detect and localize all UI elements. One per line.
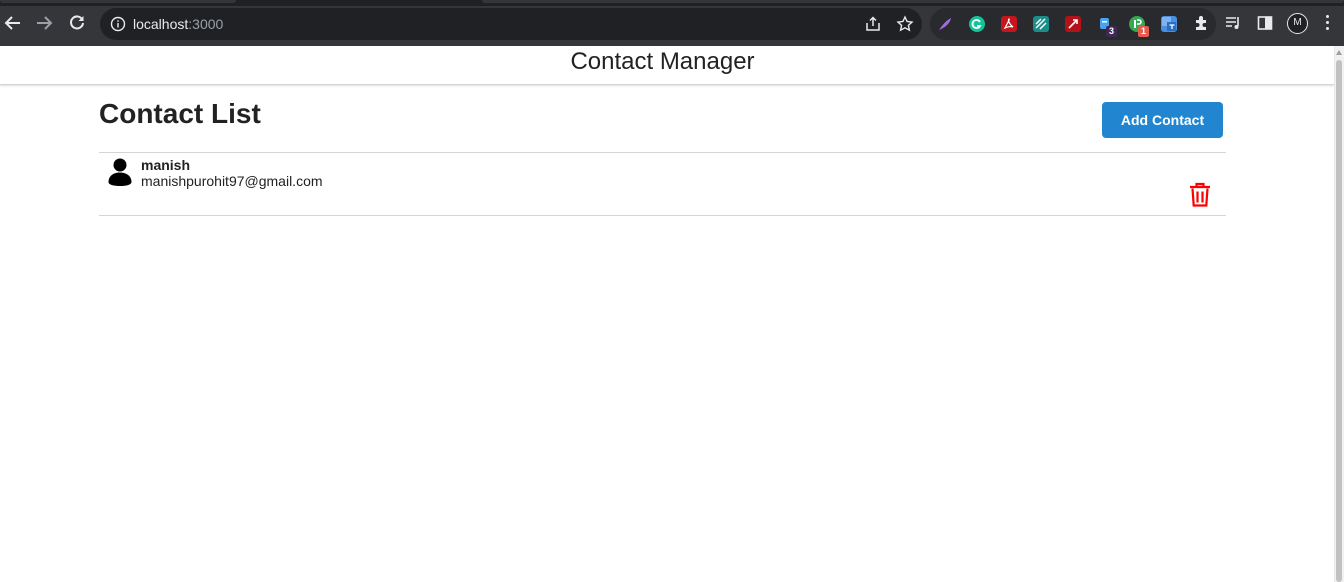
extension-badge: 1 xyxy=(1138,26,1149,37)
contact-list: manish manishpurohit97@gmail.com xyxy=(99,152,1226,216)
teal-extension-icon[interactable] xyxy=(1033,16,1049,32)
contact-name: manish xyxy=(141,157,191,173)
reload-icon xyxy=(70,15,84,30)
arrow-right-icon xyxy=(37,16,53,30)
reading-list-icon[interactable] xyxy=(1224,14,1242,32)
url-port: :3000 xyxy=(188,16,224,32)
url-host: localhost xyxy=(133,16,189,32)
bookmark-star-icon[interactable] xyxy=(896,15,914,33)
contact-list-heading: Contact List xyxy=(99,98,261,129)
profile-avatar[interactable]: M xyxy=(1287,13,1308,34)
address-bar[interactable]: localhost:3000 xyxy=(100,8,922,40)
quill-icon[interactable] xyxy=(937,16,953,32)
side-panel-icon[interactable] xyxy=(1256,14,1274,32)
vertical-scrollbar[interactable] xyxy=(1334,46,1344,582)
grammarly-icon[interactable] xyxy=(969,16,985,32)
forward-button[interactable] xyxy=(33,12,55,34)
scroll-up-arrow[interactable] xyxy=(1336,50,1342,55)
info-icon[interactable] xyxy=(110,16,126,32)
reload-button[interactable] xyxy=(66,12,88,34)
arrow-left-icon xyxy=(4,16,20,30)
acrobat-icon[interactable] xyxy=(1001,16,1017,32)
scroll-thumb[interactable] xyxy=(1336,60,1342,582)
url-text[interactable]: localhost:3000 xyxy=(133,16,223,32)
trash-icon[interactable] xyxy=(1188,182,1212,208)
contact-email: manishpurohit97@gmail.com xyxy=(141,173,323,189)
translate-icon[interactable] xyxy=(1161,16,1177,32)
user-icon xyxy=(108,158,132,186)
puzzle-extensions-icon[interactable] xyxy=(1192,14,1210,32)
extension-badge: 3 xyxy=(1106,26,1117,37)
contact-item[interactable]: manish manishpurohit97@gmail.com xyxy=(99,152,1226,216)
page-viewport: Contact Manager Contact List Add Contact… xyxy=(0,46,1344,582)
inactive-tab-edge[interactable] xyxy=(482,0,1344,3)
back-button[interactable] xyxy=(2,12,24,34)
app-title: Contact Manager xyxy=(570,48,755,75)
browser-menu-icon[interactable] xyxy=(1326,15,1330,31)
active-tab-edge[interactable] xyxy=(0,0,236,3)
add-contact-button[interactable]: Add Contact xyxy=(1102,102,1223,138)
red-extension-icon[interactable] xyxy=(1065,16,1081,32)
app-header: Contact Manager xyxy=(0,46,1334,85)
share-icon[interactable] xyxy=(864,15,882,33)
